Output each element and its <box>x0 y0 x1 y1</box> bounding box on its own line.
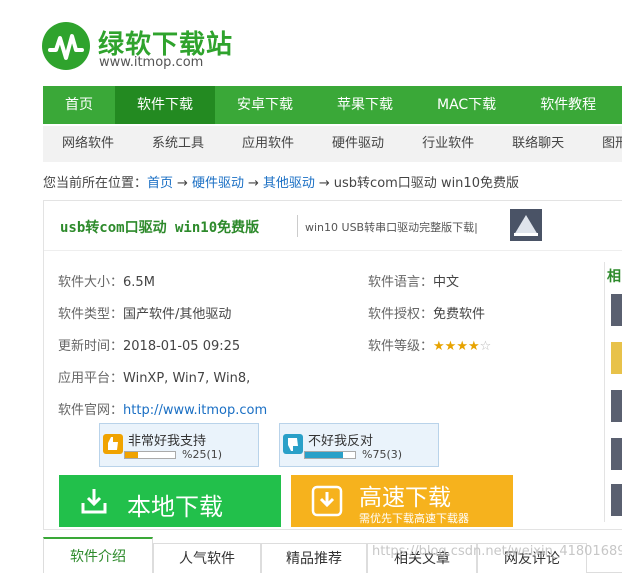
info-platform: 应用平台：WinXP, Win7, Win8, <box>58 367 250 386</box>
vote-oppose-percent: %75(3) <box>362 448 403 461</box>
thumbs-up-icon <box>103 434 123 454</box>
title-row: usb转com口驱动 win10免费版 win10 USB转串口驱动完整版下载| <box>44 201 622 251</box>
software-subtitle: win10 USB转串口驱动完整版下载| <box>305 221 478 234</box>
local-download-button[interactable]: 本地下载 <box>59 475 281 527</box>
breadcrumb-hardware-drivers[interactable]: 硬件驱动 <box>192 176 244 191</box>
logo-mark-icon <box>42 22 90 70</box>
breadcrumb-arrow: → <box>247 176 259 191</box>
rating-star-icon: ★ <box>444 339 457 354</box>
updated-value: 2018-01-05 09:25 <box>123 339 241 354</box>
vote-support-label: 非常好我支持 <box>128 434 207 449</box>
watermark: https://blog.csdn.net/weixin_41801689 <box>372 544 622 559</box>
subnav-chat[interactable]: 联络聊天 <box>493 126 583 162</box>
thumbs-down-icon <box>283 434 303 454</box>
tab-software-intro[interactable]: 软件介绍 <box>43 537 153 573</box>
info-official-site: 软件官网：http://www.itmop.com <box>58 399 267 418</box>
official-site-link[interactable]: http://www.itmop.com <box>123 403 267 418</box>
related-sidebar: 相 <box>604 262 622 522</box>
info-license: 软件授权：免费软件 <box>368 303 485 322</box>
main-nav: 首页 软件下载 安卓下载 苹果下载 MAC下载 软件教程 <box>43 86 622 124</box>
language-label: 软件语言： <box>368 275 434 290</box>
updated-label: 更新时间： <box>58 339 124 354</box>
local-download-label: 本地下载 <box>127 493 223 521</box>
vote-oppose-bar <box>304 451 356 459</box>
related-heading: 相 <box>607 269 621 285</box>
vote-oppose-button[interactable]: 不好我反对 %75(3) <box>279 423 439 467</box>
breadcrumb-arrow: → <box>318 176 330 191</box>
related-thumbnail[interactable] <box>611 294 622 326</box>
level-label: 软件等级： <box>368 339 434 354</box>
rating-star-icon: ★ <box>467 339 480 354</box>
info-type: 软件类型：国产软件/其他驱动 <box>58 303 231 322</box>
license-value: 免费软件 <box>433 307 486 322</box>
info-level: 软件等级：★★★★☆ <box>368 335 491 354</box>
sub-nav: 网络软件 系统工具 应用软件 硬件驱动 行业软件 联络聊天 图形图像 <box>43 126 622 162</box>
breadcrumb-home[interactable]: 首页 <box>147 176 173 191</box>
download-icon <box>81 489 107 514</box>
site-logo[interactable]: 绿软下载站 www.itmop.com <box>42 22 262 74</box>
software-info-panel: usb转com口驱动 win10免费版 win10 USB转串口驱动完整版下载|… <box>43 200 622 530</box>
breadcrumb-prefix: 您当前所在位置： <box>43 176 148 191</box>
nav-mac-download[interactable]: MAC下载 <box>415 86 518 124</box>
nav-android-download[interactable]: 安卓下载 <box>215 86 315 124</box>
breadcrumb-other-drivers[interactable]: 其他驱动 <box>263 176 315 191</box>
related-thumbnail[interactable] <box>611 342 622 374</box>
rating-star-icon: ★ <box>433 339 445 354</box>
fast-download-icon <box>311 485 343 517</box>
nav-home[interactable]: 首页 <box>43 86 115 124</box>
software-title: usb转com口驱动 win10免费版 <box>60 220 260 236</box>
vote-support-percent: %25(1) <box>182 448 223 461</box>
size-value: 6.5M <box>123 275 155 290</box>
rating-star-icon: ☆ <box>479 339 492 354</box>
breadcrumb-arrow: → <box>177 176 188 191</box>
info-language: 软件语言：中文 <box>368 271 459 290</box>
platform-value: WinXP, Win7, Win8, <box>123 371 251 386</box>
subnav-applications[interactable]: 应用软件 <box>223 126 313 162</box>
fast-download-label: 高速下载 <box>359 485 451 511</box>
fast-download-note: 需优先下载高速下载器 <box>359 512 469 525</box>
tab-recommended[interactable]: 精品推荐 <box>261 543 367 573</box>
type-value: 国产软件/其他驱动 <box>123 307 232 322</box>
license-label: 软件授权： <box>368 307 434 322</box>
nav-software-tutorial[interactable]: 软件教程 <box>518 86 618 124</box>
vote-support-button[interactable]: 非常好我支持 %25(1) <box>99 423 259 467</box>
subnav-network[interactable]: 网络软件 <box>43 126 133 162</box>
vote-oppose-label: 不好我反对 <box>308 434 374 449</box>
info-size: 软件大小：6.5M <box>58 271 155 290</box>
subnav-industry[interactable]: 行业软件 <box>403 126 493 162</box>
breadcrumb: 您当前所在位置：首页 → 硬件驱动 → 其他驱动 → usb转com口驱动 win10免费版 <box>43 172 519 191</box>
size-label: 软件大小： <box>58 275 124 290</box>
subnav-hardware-drivers[interactable]: 硬件驱动 <box>313 126 403 162</box>
vote-support-bar <box>124 451 176 459</box>
nav-software-download[interactable]: 软件下载 <box>115 86 215 124</box>
rating-stars: ★★★★☆ <box>433 339 491 354</box>
software-thumbnail[interactable] <box>510 209 542 241</box>
related-thumbnail[interactable] <box>611 484 622 516</box>
language-value: 中文 <box>433 275 460 290</box>
rating-star-icon: ★ <box>456 339 468 354</box>
subnav-graphics[interactable]: 图形图像 <box>583 126 622 162</box>
breadcrumb-current: usb转com口驱动 win10免费版 <box>333 176 519 191</box>
type-label: 软件类型： <box>58 307 124 322</box>
subnav-system-tools[interactable]: 系统工具 <box>133 126 223 162</box>
title-divider <box>297 215 298 237</box>
tab-popular-software[interactable]: 人气软件 <box>153 543 261 573</box>
related-thumbnail[interactable] <box>611 390 622 422</box>
logo-url: www.itmop.com <box>99 55 204 70</box>
info-updated: 更新时间：2018-01-05 09:25 <box>58 335 240 354</box>
related-thumbnail[interactable] <box>611 438 622 470</box>
platform-label: 应用平台： <box>58 371 124 386</box>
site-label: 软件官网： <box>58 403 124 418</box>
fast-download-button[interactable]: 高速下载 需优先下载高速下载器 <box>291 475 513 527</box>
nav-apple-download[interactable]: 苹果下载 <box>315 86 415 124</box>
